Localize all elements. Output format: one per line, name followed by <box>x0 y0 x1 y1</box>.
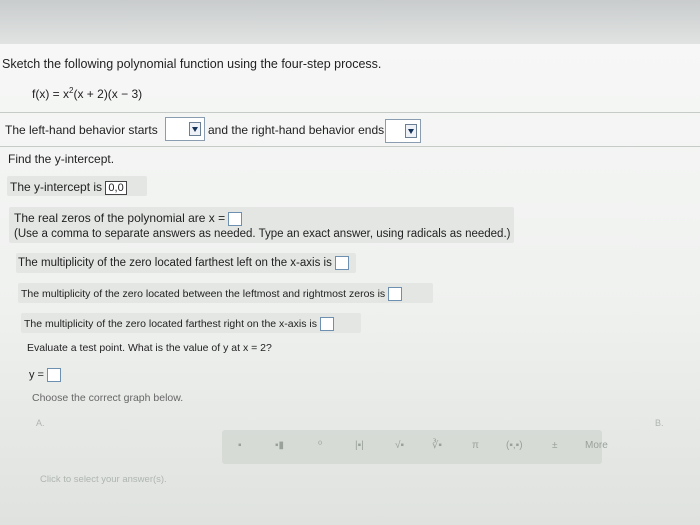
right-behavior-dropdown[interactable] <box>385 119 421 143</box>
function-expression: f(x) = x2(x + 2)(x − 3) <box>32 86 142 101</box>
multiplicity-right-answer-box[interactable] <box>319 317 334 331</box>
multiplicity-right-label: The multiplicity of the zero located far… <box>24 317 317 330</box>
graph-option-a[interactable]: A. <box>36 418 45 428</box>
multiplicity-left-row: The multiplicity of the zero located far… <box>18 256 350 270</box>
cube-root-tool-icon[interactable]: ∛▪ <box>432 440 442 451</box>
test-point-row: y = <box>29 368 62 382</box>
function-factors: (x + 2)(x − 3) <box>73 87 143 101</box>
multiplicity-right-row: The multiplicity of the zero located far… <box>24 317 334 331</box>
graph-option-b[interactable]: B. <box>655 418 664 428</box>
test-point-label: Evaluate a test point. What is the value… <box>27 342 272 354</box>
multiplicity-middle-answer-box[interactable] <box>388 287 403 301</box>
multiplicity-middle-label: The multiplicity of the zero located bet… <box>21 287 386 300</box>
multiplicity-left-label: The multiplicity of the zero located far… <box>18 257 332 270</box>
multiplicity-middle-row: The multiplicity of the zero located bet… <box>21 287 403 301</box>
absolute-value-tool-icon[interactable]: |▪| <box>355 440 364 451</box>
test-point-answer-box[interactable] <box>47 368 62 382</box>
exponent-tool-icon[interactable]: ⁰ <box>318 440 322 451</box>
y-intercept-answer-box[interactable]: 0,0 <box>105 180 127 195</box>
plus-minus-tool-icon[interactable]: ± <box>552 440 558 451</box>
mixed-number-tool-icon[interactable]: ▪▮ <box>275 440 284 451</box>
browser-top-bar <box>0 0 700 46</box>
left-behavior-dropdown[interactable] <box>165 117 205 141</box>
zeros-answer-box[interactable] <box>228 211 243 226</box>
chevron-down-icon[interactable] <box>189 122 201 136</box>
chevron-down-icon[interactable] <box>405 124 417 138</box>
fraction-tool-icon[interactable]: ▪ <box>238 440 242 451</box>
function-label: f(x) = x <box>32 87 70 101</box>
ordered-pair-tool-icon[interactable]: (▪,▪) <box>506 440 523 451</box>
more-tools-button[interactable]: More <box>585 440 608 451</box>
zeros-label: The real zeros of the polynomial are x = <box>14 211 226 225</box>
divider <box>0 146 700 147</box>
square-root-tool-icon[interactable]: √▪ <box>395 440 404 451</box>
right-behavior-label: and the right-hand behavior ends <box>208 123 385 137</box>
zeros-row: The real zeros of the polynomial are x = <box>14 211 243 226</box>
question-prompt: Sketch the following polynomial function… <box>2 57 382 71</box>
multiplicity-left-answer-box[interactable] <box>335 256 350 270</box>
zeros-hint: (Use a comma to separate answers as need… <box>14 228 511 240</box>
y-intercept-row: The y-intercept is 0,0 <box>10 180 127 195</box>
y-intercept-label: The y-intercept is <box>10 180 103 194</box>
left-behavior-label: The left-hand behavior starts <box>5 123 158 137</box>
pi-tool-icon[interactable]: π <box>472 440 479 451</box>
footer-hint: Click to select your answer(s). <box>40 474 167 485</box>
divider <box>0 112 700 113</box>
graph-choice-label: Choose the correct graph below. <box>32 392 184 404</box>
test-point-y-label: y = <box>29 368 44 381</box>
y-intercept-heading: Find the y-intercept. <box>8 152 115 166</box>
